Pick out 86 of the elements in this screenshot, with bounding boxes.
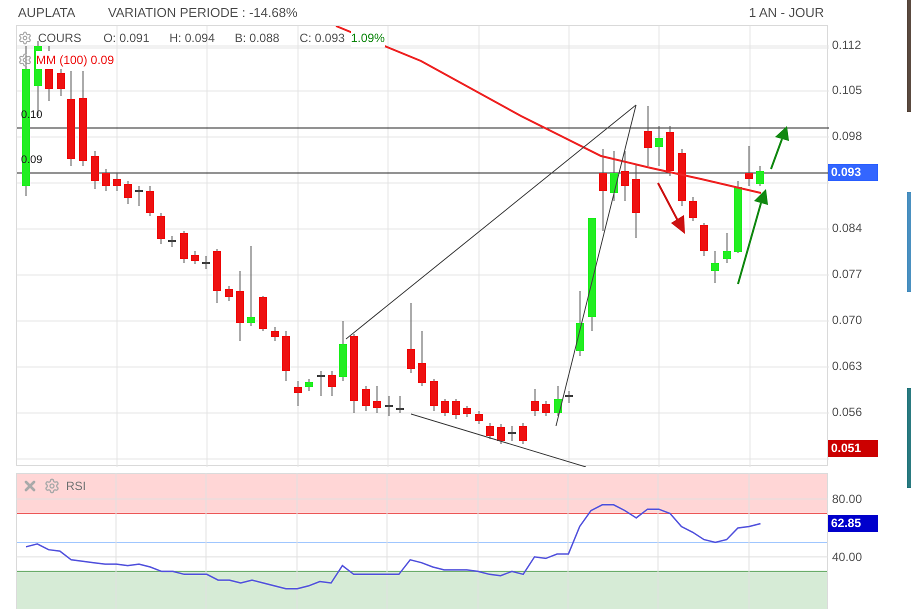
candle — [621, 150, 629, 202]
arrow-icon — [737, 189, 768, 284]
candle — [202, 256, 210, 270]
candle — [180, 230, 188, 264]
period-label[interactable]: 1 AN - JOUR — [748, 2, 824, 22]
candle — [486, 422, 494, 440]
candle — [554, 386, 562, 416]
candle — [259, 296, 267, 332]
close-icon[interactable] — [22, 478, 38, 494]
symbol-title: AUPLATA — [18, 4, 76, 22]
moving-average-label: MM (100) 0.09 — [36, 51, 114, 69]
axis-label: 0.084 — [832, 221, 862, 235]
candle — [430, 378, 438, 412]
candle — [463, 406, 471, 418]
series-label: COURS — [38, 30, 82, 47]
candle — [666, 126, 674, 176]
candle — [745, 146, 753, 186]
candle — [225, 286, 233, 302]
candle — [294, 380, 302, 406]
candle — [124, 180, 132, 204]
axis-label: 0.070 — [832, 313, 862, 327]
candle — [236, 270, 244, 342]
change-value: 1.09% — [350, 29, 385, 47]
candle — [610, 150, 618, 202]
candle — [407, 302, 415, 374]
candle — [373, 386, 381, 414]
candle — [723, 232, 731, 264]
candle — [689, 196, 697, 222]
candle — [441, 398, 449, 416]
rsi-badge: 62.85 — [828, 514, 878, 532]
open-value: O: 0.091 — [103, 30, 150, 47]
candle — [519, 422, 527, 444]
arrow-icon — [657, 182, 685, 234]
arrow-icon — [770, 126, 789, 170]
candle — [135, 186, 143, 206]
candle — [711, 250, 719, 284]
photo-placeholder[interactable] — [907, 192, 911, 292]
price-badge: 0.093 — [828, 164, 878, 181]
candle — [146, 186, 154, 216]
variation-text: VARIATION PERIODE : -14.68% — [108, 4, 298, 22]
candle — [282, 330, 290, 382]
candle — [91, 150, 99, 190]
candle — [497, 424, 505, 444]
candle — [362, 386, 370, 412]
candle — [542, 400, 550, 416]
candle — [339, 320, 347, 382]
candle — [213, 248, 221, 304]
candle — [328, 370, 336, 396]
candle — [271, 326, 279, 342]
candle — [191, 250, 199, 264]
low-value: B: 0.088 — [234, 30, 280, 47]
close-value: C: 0.093 — [299, 30, 345, 47]
photo-placeholder[interactable] — [907, 388, 911, 488]
candle — [644, 106, 652, 166]
candle — [396, 396, 404, 414]
axis-label: 0.063 — [832, 359, 862, 373]
indicator-title: RSI — [66, 478, 86, 495]
high-value: H: 0.094 — [169, 30, 215, 47]
axis-label: 40.00 — [832, 550, 862, 564]
price-badge: 0.051 — [828, 440, 878, 457]
candle — [452, 398, 460, 420]
candle — [700, 222, 708, 256]
axis-label: 0.056 — [832, 405, 862, 419]
axis-label: 80.00 — [832, 492, 862, 506]
candle — [475, 410, 483, 424]
candle — [317, 370, 325, 396]
candle — [678, 148, 686, 206]
candle — [305, 378, 313, 392]
axis-label: 0.077 — [832, 267, 862, 281]
candle — [531, 388, 539, 416]
candle — [508, 426, 516, 442]
candle — [102, 168, 110, 192]
photo-placeholder[interactable] — [907, 0, 911, 112]
axis-label: 0.105 — [832, 83, 862, 97]
candle — [157, 212, 165, 244]
candle — [576, 290, 584, 356]
settings-icon[interactable] — [18, 53, 32, 67]
candle — [565, 390, 573, 404]
candle — [756, 166, 764, 186]
candle — [113, 172, 121, 192]
candle — [168, 236, 176, 248]
candle — [418, 330, 426, 386]
axis-label: 0.098 — [832, 129, 862, 143]
candle — [655, 126, 663, 166]
axis-label: 0.112 — [832, 38, 862, 52]
candle — [385, 396, 393, 416]
